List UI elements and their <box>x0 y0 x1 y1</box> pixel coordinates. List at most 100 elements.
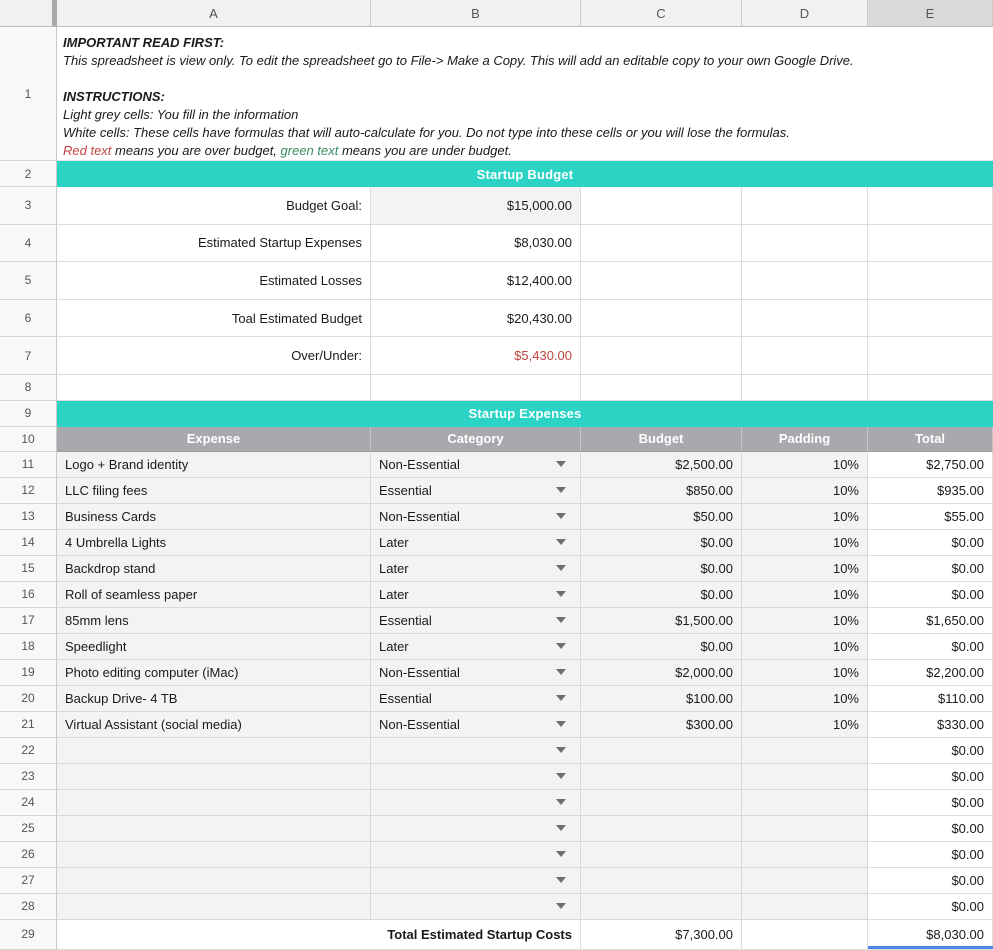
expense-name-a15[interactable]: Backdrop stand <box>57 556 371 582</box>
padding-value-d22[interactable] <box>742 738 868 764</box>
category-dropdown-b28[interactable] <box>371 894 581 920</box>
dropdown-arrow-icon[interactable] <box>556 513 566 519</box>
budget-label-a7[interactable]: Over/Under: <box>57 337 371 375</box>
cell-d7[interactable] <box>742 337 868 375</box>
padding-value-d26[interactable] <box>742 842 868 868</box>
startup-budget-title[interactable]: Startup Budget <box>57 161 993 187</box>
budget-column-total[interactable]: $7,300.00 <box>581 920 742 950</box>
total-value-e26[interactable]: $0.00 <box>868 842 993 868</box>
dropdown-arrow-icon[interactable] <box>556 461 566 467</box>
dropdown-arrow-icon[interactable] <box>556 851 566 857</box>
instructions-cell[interactable]: IMPORTANT READ FIRST: This spreadsheet i… <box>57 27 993 161</box>
budget-value-c28[interactable] <box>581 894 742 920</box>
padding-value-d15[interactable]: 10% <box>742 556 868 582</box>
row-number-20[interactable]: 20 <box>0 686 57 712</box>
row-number-18[interactable]: 18 <box>0 634 57 660</box>
padding-value-d17[interactable]: 10% <box>742 608 868 634</box>
padding-value-d24[interactable] <box>742 790 868 816</box>
row-number-11[interactable]: 11 <box>0 452 57 478</box>
padding-value-d25[interactable] <box>742 816 868 842</box>
cell-e7[interactable] <box>868 337 993 375</box>
padding-value-d13[interactable]: 10% <box>742 504 868 530</box>
category-dropdown-b24[interactable] <box>371 790 581 816</box>
column-header-c[interactable]: C <box>581 0 742 27</box>
total-value-e23[interactable]: $0.00 <box>868 764 993 790</box>
total-value-e22[interactable]: $0.00 <box>868 738 993 764</box>
row-number-27[interactable]: 27 <box>0 868 57 894</box>
dropdown-arrow-icon[interactable] <box>556 825 566 831</box>
padding-value-d21[interactable]: 10% <box>742 712 868 738</box>
expense-name-a26[interactable] <box>57 842 371 868</box>
category-dropdown-b21[interactable]: Non-Essential <box>371 712 581 738</box>
dropdown-arrow-icon[interactable] <box>556 773 566 779</box>
row-number-9[interactable]: 9 <box>0 401 57 427</box>
cell-b8[interactable] <box>371 375 581 401</box>
cell-c7[interactable] <box>581 337 742 375</box>
padding-value-d14[interactable]: 10% <box>742 530 868 556</box>
column-header-e[interactable]: E <box>868 0 993 27</box>
category-dropdown-b25[interactable] <box>371 816 581 842</box>
padding-value-d11[interactable]: 10% <box>742 452 868 478</box>
category-dropdown-b13[interactable]: Non-Essential <box>371 504 581 530</box>
padding-value-d19[interactable]: 10% <box>742 660 868 686</box>
dropdown-arrow-icon[interactable] <box>556 747 566 753</box>
category-dropdown-b17[interactable]: Essential <box>371 608 581 634</box>
budget-value-c26[interactable] <box>581 842 742 868</box>
padding-column-header[interactable]: Padding <box>742 427 868 452</box>
row-number-1[interactable]: 1 <box>0 27 57 161</box>
dropdown-arrow-icon[interactable] <box>556 721 566 727</box>
row-number-25[interactable]: 25 <box>0 816 57 842</box>
padding-value-d27[interactable] <box>742 868 868 894</box>
dropdown-arrow-icon[interactable] <box>556 669 566 675</box>
total-value-e20[interactable]: $110.00 <box>868 686 993 712</box>
column-header-b[interactable]: B <box>371 0 581 27</box>
category-dropdown-b27[interactable] <box>371 868 581 894</box>
cell-a8[interactable] <box>57 375 371 401</box>
padding-value-d16[interactable]: 10% <box>742 582 868 608</box>
expense-name-a12[interactable]: LLC filing fees <box>57 478 371 504</box>
expense-name-a24[interactable] <box>57 790 371 816</box>
category-dropdown-b11[interactable]: Non-Essential <box>371 452 581 478</box>
dropdown-arrow-icon[interactable] <box>556 539 566 545</box>
total-value-e17[interactable]: $1,650.00 <box>868 608 993 634</box>
budget-label-a6[interactable]: Toal Estimated Budget <box>57 300 371 338</box>
category-dropdown-b19[interactable]: Non-Essential <box>371 660 581 686</box>
expense-name-a18[interactable]: Speedlight <box>57 634 371 660</box>
total-value-e18[interactable]: $0.00 <box>868 634 993 660</box>
total-value-e15[interactable]: $0.00 <box>868 556 993 582</box>
row-number-23[interactable]: 23 <box>0 764 57 790</box>
category-dropdown-b22[interactable] <box>371 738 581 764</box>
category-dropdown-b18[interactable]: Later <box>371 634 581 660</box>
expense-name-a14[interactable]: 4 Umbrella Lights <box>57 530 371 556</box>
dropdown-arrow-icon[interactable] <box>556 695 566 701</box>
budget-value-b7[interactable]: $5,430.00 <box>371 337 581 375</box>
budget-value-b5[interactable]: $12,400.00 <box>371 262 581 300</box>
budget-value-c11[interactable]: $2,500.00 <box>581 452 742 478</box>
category-dropdown-b15[interactable]: Later <box>371 556 581 582</box>
column-header-d[interactable]: D <box>742 0 868 27</box>
total-value-e25[interactable]: $0.00 <box>868 816 993 842</box>
cell-c4[interactable] <box>581 225 742 263</box>
cell-d4[interactable] <box>742 225 868 263</box>
padding-value-d28[interactable] <box>742 894 868 920</box>
row-number-22[interactable]: 22 <box>0 738 57 764</box>
dropdown-arrow-icon[interactable] <box>556 643 566 649</box>
dropdown-arrow-icon[interactable] <box>556 617 566 623</box>
cell-d29[interactable] <box>742 920 868 950</box>
expense-name-a23[interactable] <box>57 764 371 790</box>
category-dropdown-b23[interactable] <box>371 764 581 790</box>
row-number-10[interactable]: 10 <box>0 427 57 452</box>
budget-value-c16[interactable]: $0.00 <box>581 582 742 608</box>
category-dropdown-b14[interactable]: Later <box>371 530 581 556</box>
budget-value-b6[interactable]: $20,430.00 <box>371 300 581 338</box>
budget-value-c20[interactable]: $100.00 <box>581 686 742 712</box>
row-number-26[interactable]: 26 <box>0 842 57 868</box>
budget-label-a3[interactable]: Budget Goal: <box>57 187 371 225</box>
total-value-e12[interactable]: $935.00 <box>868 478 993 504</box>
dropdown-arrow-icon[interactable] <box>556 877 566 883</box>
padding-value-d18[interactable]: 10% <box>742 634 868 660</box>
padding-value-d12[interactable]: 10% <box>742 478 868 504</box>
expense-name-a22[interactable] <box>57 738 371 764</box>
row-number-17[interactable]: 17 <box>0 608 57 634</box>
expense-name-a27[interactable] <box>57 868 371 894</box>
